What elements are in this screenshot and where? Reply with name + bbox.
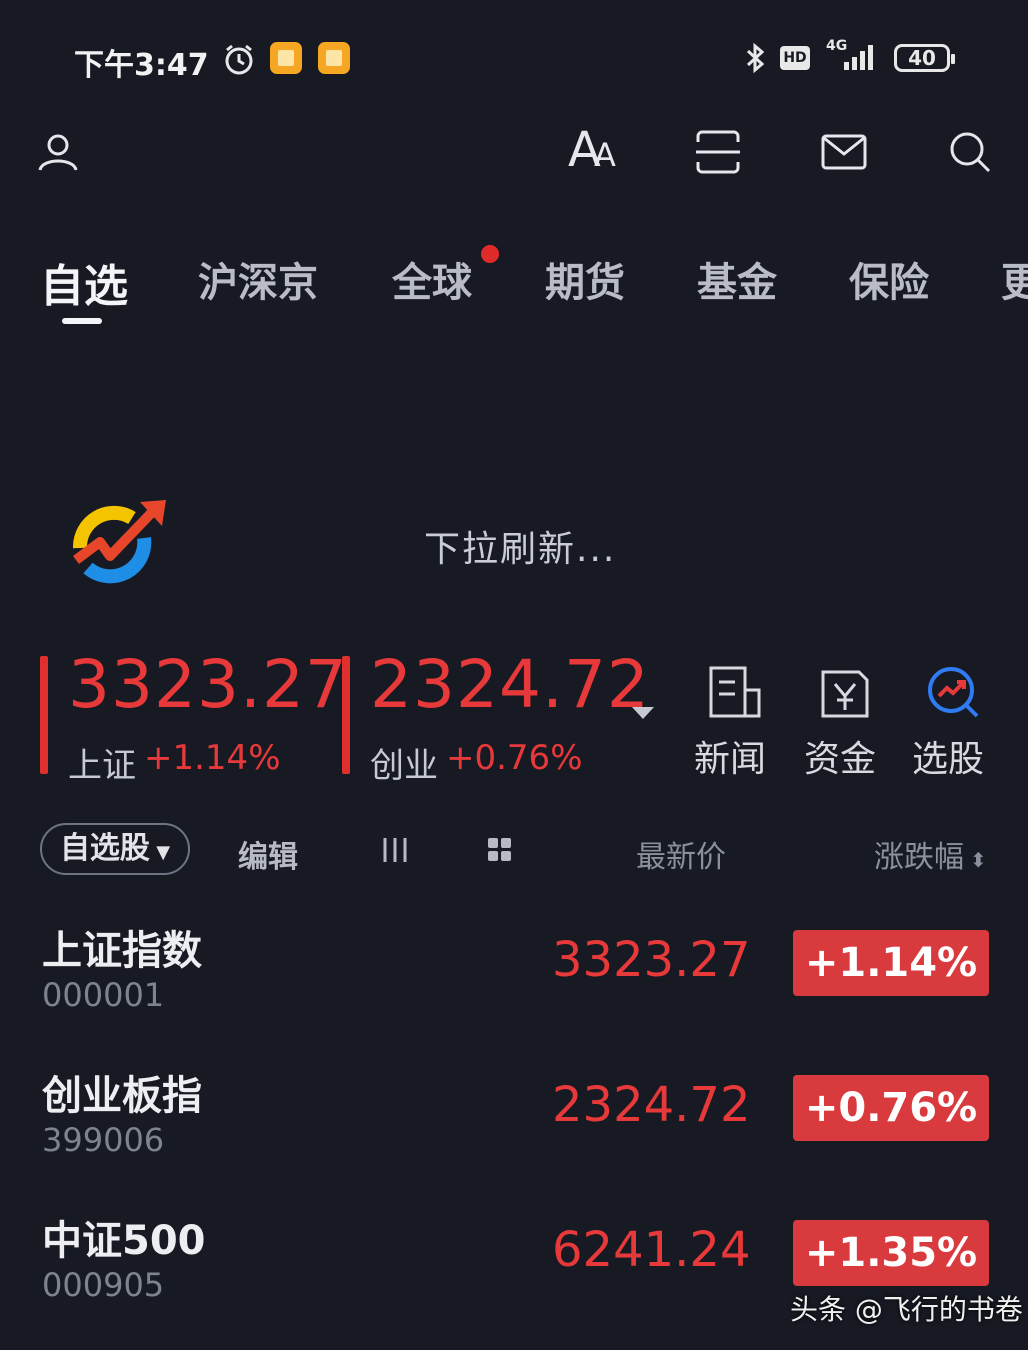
stock-picker-icon	[928, 667, 979, 718]
news-button[interactable]: 新闻	[690, 664, 770, 780]
signal-icon	[844, 45, 873, 70]
column-view-icon[interactable]	[380, 836, 410, 864]
fund-flow-icon	[821, 670, 869, 718]
tab-global[interactable]: 全球	[392, 250, 472, 308]
font-size-icon[interactable]: A A	[568, 122, 622, 178]
watchlist-filter-dropdown[interactable]: 自选股 ▼	[40, 823, 190, 875]
table-row[interactable]: 上证指数 000001 3323.27 +1.14%	[0, 906, 1028, 1026]
index-value: 3323.27	[68, 646, 348, 723]
stock-picker-button[interactable]: 选股	[908, 664, 988, 780]
watermark: 头条 @飞行的书卷	[790, 1293, 1023, 1326]
notification-dot	[481, 245, 499, 263]
stock-price: 2324.72	[552, 1077, 751, 1133]
pull-refresh-label: 下拉刷新...	[424, 529, 617, 570]
change-badge[interactable]: +0.76%	[793, 1075, 989, 1141]
fund-flow-button[interactable]: 资金	[800, 664, 880, 780]
index-change: +0.76%	[446, 738, 583, 778]
index-card-shanghai[interactable]: 3323.27 上证 +1.14%	[40, 646, 347, 786]
bluetooth-icon	[746, 42, 765, 74]
sort-icon: ⬍	[970, 848, 987, 872]
app-notification-icon	[270, 42, 302, 74]
index-dropdown-icon[interactable]	[632, 707, 654, 719]
stock-picker-label: 选股	[911, 739, 984, 780]
stock-name: 创业板指	[42, 1073, 202, 1119]
user-icon[interactable]	[34, 128, 82, 176]
app-logo-icon	[73, 500, 166, 584]
stock-code: 000001	[42, 976, 165, 1014]
tab-watchlist[interactable]: 自选	[40, 250, 128, 314]
filter-label: 自选股	[59, 831, 150, 866]
table-row[interactable]: 创业板指 399006 2324.72 +0.76%	[0, 1051, 1028, 1171]
search-icon[interactable]	[946, 128, 994, 176]
tab-hushenjing[interactable]: 沪深京	[198, 250, 318, 308]
grid-view-icon[interactable]	[486, 836, 514, 864]
change-pct-label: 涨跌幅	[874, 840, 964, 875]
tab-insurance[interactable]: 保险	[849, 250, 929, 308]
tab-more[interactable]: 更	[1001, 250, 1028, 308]
change-badge[interactable]: +1.14%	[793, 930, 989, 996]
font-size-icon-small: A	[594, 136, 616, 174]
active-tab-indicator	[62, 318, 102, 324]
news-icon	[709, 666, 761, 718]
battery-icon: 40	[894, 44, 955, 72]
edit-button[interactable]: 编辑	[238, 832, 298, 876]
alarm-icon	[225, 44, 253, 75]
stock-price: 3323.27	[552, 932, 751, 988]
caret-down-icon: ▼	[149, 842, 171, 863]
status-time: 下午3:47	[74, 48, 209, 83]
scan-icon[interactable]	[694, 128, 742, 176]
stock-name: 中证500	[42, 1218, 206, 1264]
stock-name: 上证指数	[42, 928, 202, 974]
fund-flow-label: 资金	[803, 739, 876, 780]
tab-futures[interactable]: 期货	[545, 250, 625, 308]
index-change: +1.14%	[144, 738, 281, 778]
index-card-chinext[interactable]: 2324.72 创业 +0.76%	[342, 646, 649, 786]
news-label: 新闻	[693, 739, 766, 780]
index-value: 2324.72	[370, 646, 650, 723]
change-badge[interactable]: +1.35%	[793, 1220, 989, 1286]
index-name: 创业	[370, 746, 438, 786]
hd-icon: HD	[780, 46, 810, 70]
tab-funds[interactable]: 基金	[697, 250, 777, 308]
app-notification-icon	[318, 42, 350, 74]
index-name: 上证	[68, 746, 136, 786]
stock-code: 000905	[42, 1266, 165, 1304]
stock-price: 6241.24	[552, 1222, 751, 1278]
change-pct-header[interactable]: 涨跌幅 ⬍	[874, 832, 987, 876]
mail-icon[interactable]	[820, 128, 868, 176]
latest-price-header[interactable]: 最新价	[636, 832, 726, 876]
stock-code: 399006	[42, 1121, 165, 1159]
